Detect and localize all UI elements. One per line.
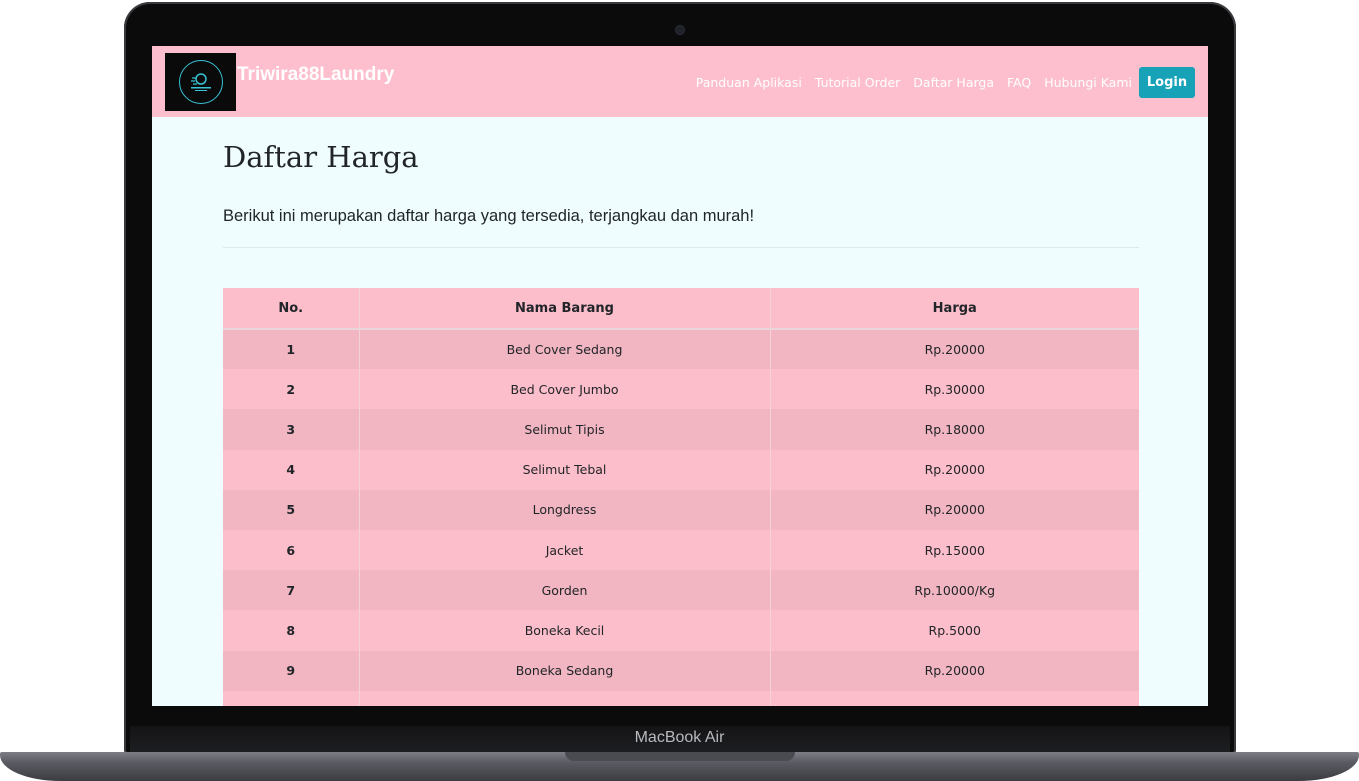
- row-number: 7: [223, 570, 360, 611]
- page-title: Daftar Harga: [223, 140, 419, 174]
- device-label: MacBook Air: [634, 729, 725, 746]
- row-number: 5: [223, 489, 360, 530]
- item-name: [359, 690, 771, 706]
- table-row: 6 Jacket Rp.15000: [223, 529, 1139, 571]
- item-price: Rp.18000: [924, 421, 985, 437]
- price-table: No. Nama Barang Harga 1 Bed Cover Sedang…: [223, 288, 1139, 706]
- table-row-partial: [223, 690, 1139, 706]
- brand-name[interactable]: Triwira88Laundry: [237, 64, 394, 86]
- item-price: Rp.20000: [924, 342, 985, 358]
- table-row: 3 Selimut Tipis Rp.18000: [223, 409, 1139, 450]
- item-price: Rp.20000: [924, 462, 985, 478]
- laundry-logo-icon: [178, 60, 223, 104]
- row-number: 1: [223, 329, 360, 370]
- page-description: Berikut ini merupakan daftar harga yang …: [223, 207, 755, 225]
- item-name: Boneka Kecil: [359, 610, 771, 651]
- row-number: 9: [223, 650, 360, 691]
- row-number: 3: [223, 409, 360, 450]
- item-name: Selimut Tipis: [359, 409, 771, 450]
- column-header-no: No.: [223, 288, 360, 329]
- row-number: 8: [223, 610, 360, 651]
- table-row: 5 Longdress Rp.20000: [223, 489, 1139, 530]
- laptop-notch: [565, 752, 795, 761]
- browser-screen: Triwira88Laundry Panduan Aplikasi Tutori…: [152, 46, 1208, 706]
- nav-link-daftar-harga[interactable]: Daftar Harga: [913, 75, 994, 90]
- item-name: Boneka Sedang: [359, 650, 771, 691]
- item-price: Rp.20000: [924, 663, 985, 679]
- table-row: 1 Bed Cover Sedang Rp.20000: [223, 329, 1139, 370]
- login-button[interactable]: Login: [1139, 67, 1195, 98]
- item-name: Bed Cover Jumbo: [359, 369, 771, 410]
- column-header-harga: Harga: [932, 300, 977, 316]
- table-row: 9 Boneka Sedang Rp.20000: [223, 650, 1139, 691]
- item-price: Rp.15000: [924, 542, 985, 558]
- row-number: [223, 690, 360, 706]
- nav-link-panduan-aplikasi[interactable]: Panduan Aplikasi: [696, 75, 802, 90]
- row-number: 4: [223, 449, 360, 490]
- table-header-row: No. Nama Barang Harga: [223, 288, 1139, 329]
- table-row: 8 Boneka Kecil Rp.5000: [223, 610, 1139, 651]
- nav-link-faq[interactable]: FAQ: [1007, 75, 1031, 90]
- item-name: Gorden: [359, 570, 771, 611]
- nav-links: Panduan Aplikasi Tutorial Order Daftar H…: [696, 75, 1132, 90]
- item-price: Rp.5000: [928, 622, 981, 638]
- row-number: 6: [223, 529, 360, 571]
- item-price: Rp.10000/Kg: [914, 582, 996, 598]
- table-row: 2 Bed Cover Jumbo Rp.30000: [223, 369, 1139, 410]
- webcam-icon: [676, 26, 684, 34]
- item-name: Selimut Tebal: [359, 449, 771, 490]
- table-row: 7 Gorden Rp.10000/Kg: [223, 570, 1139, 611]
- divider: [223, 247, 1139, 248]
- nav-link-tutorial-order[interactable]: Tutorial Order: [815, 75, 900, 90]
- column-header-nama-barang: Nama Barang: [359, 288, 771, 329]
- item-price: Rp.30000: [924, 381, 985, 397]
- nav-link-hubungi-kami[interactable]: Hubungi Kami: [1044, 75, 1132, 90]
- item-price: [770, 691, 1139, 706]
- row-number: 2: [223, 369, 360, 410]
- table-row: 4 Selimut Tebal Rp.20000: [223, 449, 1139, 490]
- navbar: Triwira88Laundry Panduan Aplikasi Tutori…: [152, 46, 1208, 117]
- item-price: Rp.20000: [924, 502, 985, 518]
- brand-logo[interactable]: [165, 53, 236, 111]
- item-name: Jacket: [359, 529, 771, 571]
- item-name: Bed Cover Sedang: [359, 329, 771, 370]
- item-name: Longdress: [359, 489, 771, 530]
